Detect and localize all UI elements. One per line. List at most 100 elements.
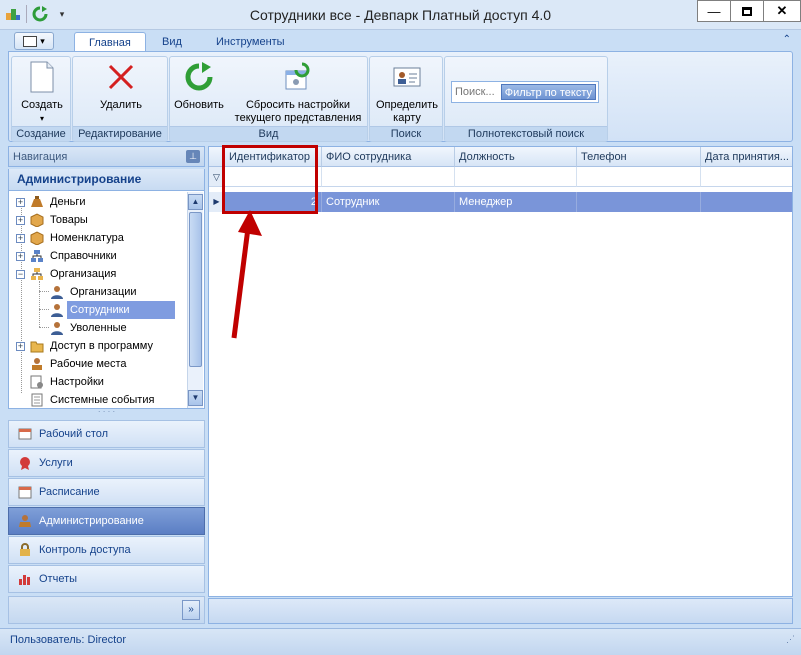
column-header-position[interactable]: Должность <box>455 147 577 167</box>
nav-button-label: Рабочий стол <box>39 428 109 440</box>
tree-item-employees[interactable]: Сотрудники <box>49 301 175 319</box>
tree-item-label: Организация <box>50 268 117 280</box>
nav-tree: + Деньги + Товары + Номенклатура + Справ… <box>8 190 205 409</box>
chevron-down-icon: ▾ <box>39 114 44 123</box>
create-button[interactable]: Создать ▾ <box>15 61 69 125</box>
table-cell-hire-date[interactable] <box>701 192 792 212</box>
tree-item-directories[interactable]: + Справочники <box>16 247 120 265</box>
window-title: Сотрудники все - Девпарк Платный доступ … <box>249 7 552 23</box>
scroll-down-icon[interactable]: ▼ <box>188 390 203 406</box>
admin-icon <box>17 513 33 529</box>
ribbon-group-view: Обновить Сбросить настройки текущего пре… <box>169 56 368 142</box>
document-icon <box>29 392 45 408</box>
tab-tools[interactable]: Инструменты <box>202 32 299 52</box>
filter-cell-hire-date[interactable] <box>701 167 792 187</box>
table-cell-position[interactable]: Менеджер <box>455 192 577 212</box>
filter-cell-phone[interactable] <box>577 167 701 187</box>
tree-item-label: Уволенные <box>70 322 127 334</box>
id-card-icon <box>391 61 423 93</box>
fulltext-search-input[interactable] <box>453 83 503 101</box>
table-cell-name[interactable]: Сотрудник <box>322 192 455 212</box>
tree-item-label: Товары <box>50 214 88 226</box>
expand-icon[interactable]: + <box>16 251 25 261</box>
column-header-name[interactable]: ФИО сотрудника <box>322 147 455 167</box>
tree-scrollbar[interactable]: ▲ ▼ <box>187 192 203 408</box>
tree-item-nomenclature[interactable]: + Номенклатура <box>16 229 127 247</box>
app-menu-button[interactable]: ▾ <box>14 32 54 50</box>
filter-by-text-button[interactable]: Фильтр по тексту <box>500 84 596 100</box>
ribbon-group-fulltext: Фильтр по тексту Полнотекстовый поиск <box>444 56 608 142</box>
ribbon-collapse-icon[interactable]: ⌃ <box>783 34 791 45</box>
nav-button-label: Контроль доступа <box>39 544 131 556</box>
minimize-button[interactable]: — <box>697 0 731 22</box>
tree-item-goods[interactable]: + Товары <box>16 211 91 229</box>
chevron-expand-icon[interactable]: » <box>182 600 200 620</box>
table-cell-phone[interactable] <box>577 192 701 212</box>
fulltext-search-box: Фильтр по тексту <box>451 81 599 103</box>
close-button[interactable]: ✕ <box>763 0 801 22</box>
tree-item-money[interactable]: + Деньги <box>16 193 89 211</box>
refresh-button[interactable]: Обновить <box>172 61 226 112</box>
navigation-header-label: Навигация <box>13 151 68 163</box>
filter-cell-position[interactable] <box>455 167 577 187</box>
tree-item-organization[interactable]: − Организация <box>16 265 119 283</box>
nav-button-reports[interactable]: Отчеты <box>8 565 205 593</box>
tree-item-label: Справочники <box>50 250 117 262</box>
chevron-down-icon: ▾ <box>40 35 45 46</box>
workplace-icon <box>29 356 45 372</box>
reset-view-button[interactable]: Сбросить настройки текущего представлени… <box>230 61 366 125</box>
nav-button-desktop[interactable]: Рабочий стол <box>8 420 205 448</box>
tree-item-dismissed[interactable]: Уволенные <box>49 319 130 337</box>
group-caption-fulltext: Полнотекстовый поиск <box>445 126 607 141</box>
tree-item-label: Деньги <box>50 196 86 208</box>
pin-icon[interactable]: ⊥ <box>186 150 200 163</box>
ribbon-group-edit: Удалить Редактирование <box>72 56 168 142</box>
delete-button[interactable]: Удалить <box>81 61 161 112</box>
expand-icon[interactable]: + <box>16 233 25 243</box>
identify-card-button[interactable]: Определить карту <box>372 61 442 125</box>
identify-card-label-line2: карту <box>393 112 421 124</box>
org-chart-icon <box>29 266 45 282</box>
nav-button-schedule[interactable]: Расписание <box>8 478 205 506</box>
expand-icon[interactable]: + <box>16 197 25 207</box>
person-icon <box>49 302 65 318</box>
money-bag-icon <box>29 194 45 210</box>
tree-item-program-access[interactable]: + Доступ в программу <box>16 337 156 355</box>
scroll-thumb[interactable] <box>189 212 202 367</box>
status-bar: Пользователь: Director ⋰ <box>0 628 801 655</box>
nav-splitter[interactable]: · · · · <box>8 408 205 417</box>
nav-button-services[interactable]: Услуги <box>8 449 205 477</box>
scroll-up-icon[interactable]: ▲ <box>188 194 203 210</box>
tree-item-label: Настройки <box>50 376 104 388</box>
tree-item-workplaces[interactable]: Рабочие места <box>29 355 130 373</box>
person-icon <box>49 284 65 300</box>
desktop-icon <box>17 426 33 442</box>
maximize-icon <box>742 6 752 16</box>
nav-button-administration[interactable]: Администрирование <box>8 507 205 535</box>
reset-settings-icon <box>282 61 314 93</box>
tree-item-organizations[interactable]: Организации <box>49 283 140 301</box>
nav-button-access-control[interactable]: Контроль доступа <box>8 536 205 564</box>
column-header-phone[interactable]: Телефон <box>577 147 701 167</box>
group-caption-search: Поиск <box>370 126 442 141</box>
maximize-button[interactable] <box>730 0 764 22</box>
tab-view[interactable]: Вид <box>148 32 196 52</box>
expand-icon[interactable]: + <box>16 341 25 351</box>
tree-item-settings[interactable]: Настройки <box>29 373 107 391</box>
column-header-hire-date[interactable]: Дата принятия... <box>701 147 792 167</box>
title-bar: ▾ Сотрудники все - Девпарк Платный досту… <box>0 0 801 30</box>
collapse-icon[interactable]: − <box>16 269 25 279</box>
close-icon: ✕ <box>776 3 788 18</box>
tab-home[interactable]: Главная <box>74 32 146 52</box>
grid-footer <box>208 598 793 624</box>
nav-button-label: Расписание <box>39 486 100 498</box>
nav-footer: » <box>8 596 205 624</box>
tree-guide-line <box>39 327 49 328</box>
resize-grip-icon[interactable]: ⋰ <box>786 628 795 650</box>
report-icon <box>17 571 33 587</box>
filter-cell-name[interactable] <box>322 167 455 187</box>
tree-item-system-events[interactable]: Системные события <box>29 391 157 408</box>
network-icon <box>29 248 45 264</box>
expand-icon[interactable]: + <box>16 215 25 225</box>
reset-label-line1: Сбросить настройки <box>245 99 351 111</box>
